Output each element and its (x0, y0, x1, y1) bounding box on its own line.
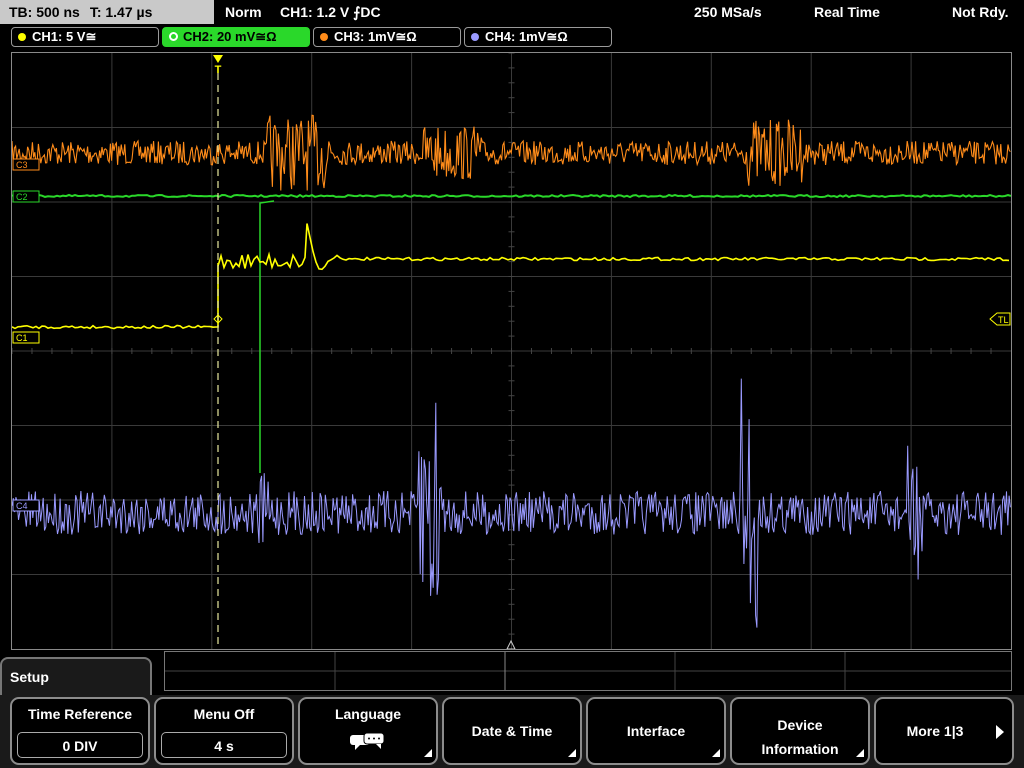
device-information-label-2: Information (761, 741, 839, 757)
menu-title-tab: Setup (0, 657, 152, 697)
channel-1-tab[interactable]: CH1: 5 V≅ (11, 27, 159, 47)
channel-1-dot-icon (18, 33, 26, 41)
timebase-label: TB: 500 ns (9, 4, 80, 20)
menu-off-label: Menu Off (193, 706, 255, 722)
channel-3-label: CH3: 1mV≅Ω (334, 29, 417, 44)
channel-1-label: CH1: 5 V≅ (32, 29, 97, 44)
trigger-info[interactable]: CH1: 1.2 V ⨍DC (280, 0, 381, 24)
time-reference-label: Time Reference (27, 706, 132, 722)
menu-scroll-grid (165, 652, 1011, 690)
trigger-level-marker: TL (989, 312, 1011, 326)
next-page-arrow-icon (996, 725, 1004, 739)
more-label: More 1|3 (906, 723, 964, 739)
acquisition-status: Not Rdy. (952, 4, 1009, 20)
submenu-indicator-icon (856, 749, 864, 757)
time-reference-button[interactable]: Time Reference 0 DIV (10, 697, 150, 765)
submenu-indicator-icon (568, 749, 576, 757)
language-label: Language (334, 706, 402, 722)
channel-3-tab[interactable]: CH3: 1mV≅Ω (313, 27, 461, 47)
channel-2-label: CH2: 20 mV≅Ω (183, 29, 277, 44)
c2-marker-label: C2 (16, 192, 28, 202)
time-reference-value: 0 DIV (17, 732, 143, 758)
more-button[interactable]: More 1|3 (874, 697, 1014, 765)
menu-title: Setup (10, 669, 49, 685)
waveform-display[interactable]: T C3 C2 C1 C4 TL (11, 52, 1012, 650)
c4-marker: C4 (12, 499, 40, 512)
c3-marker: C3 (12, 158, 40, 171)
sample-rate: 250 MSa/s (694, 4, 762, 20)
trigger-position-icon (213, 55, 223, 63)
channel-4-tab[interactable]: CH4: 1mV≅Ω (464, 27, 612, 47)
submenu-indicator-icon (424, 749, 432, 757)
date-time-button[interactable]: Date & Time (442, 697, 582, 765)
channel-3-dot-icon (320, 33, 328, 41)
c3-marker-label: C3 (16, 160, 28, 170)
language-button[interactable]: Language (298, 697, 438, 765)
interface-button[interactable]: Interface (586, 697, 726, 765)
device-information-label-1: Device (777, 717, 823, 733)
channel-2-step (259, 200, 275, 473)
c1-marker-label: C1 (16, 333, 28, 343)
trigger-time-label: T: 1.47 µs (89, 4, 153, 20)
menu-off-button[interactable]: Menu Off 4 s (154, 697, 294, 765)
graticule-grid (12, 53, 1011, 649)
waveform-canvas: T C3 C2 C1 C4 TL (12, 53, 1011, 649)
c4-marker-label: C4 (16, 501, 28, 511)
date-time-label: Date & Time (471, 723, 553, 739)
menu-scroll-area (164, 651, 1012, 691)
acquisition-mode[interactable]: Real Time (814, 0, 880, 24)
device-information-button[interactable]: Device Information (730, 697, 870, 765)
status-bar: TB: 500 ns T: 1.47 µs Norm CH1: 1.2 V ⨍DC… (0, 0, 1024, 25)
submenu-indicator-icon (712, 749, 720, 757)
c2-marker: C2 (12, 190, 40, 203)
channel-2-waveform (12, 193, 1011, 199)
timebase-box[interactable]: TB: 500 ns T: 1.47 µs (0, 0, 214, 24)
c1-marker: C1 (12, 331, 40, 344)
channel-2-dot-icon (169, 32, 178, 41)
channel-2-tab[interactable]: CH2: 20 mV≅Ω (162, 27, 310, 47)
channel-4-label: CH4: 1mV≅Ω (485, 29, 568, 44)
channel-4-dot-icon (471, 33, 479, 41)
menu-off-value: 4 s (161, 732, 287, 758)
trigger-level-label: TL (998, 315, 1009, 325)
trigger-mode[interactable]: Norm (225, 0, 262, 24)
trigger-marker-label: T (215, 64, 222, 76)
speech-bubbles-icon (350, 732, 385, 750)
interface-label: Interface (626, 723, 686, 739)
